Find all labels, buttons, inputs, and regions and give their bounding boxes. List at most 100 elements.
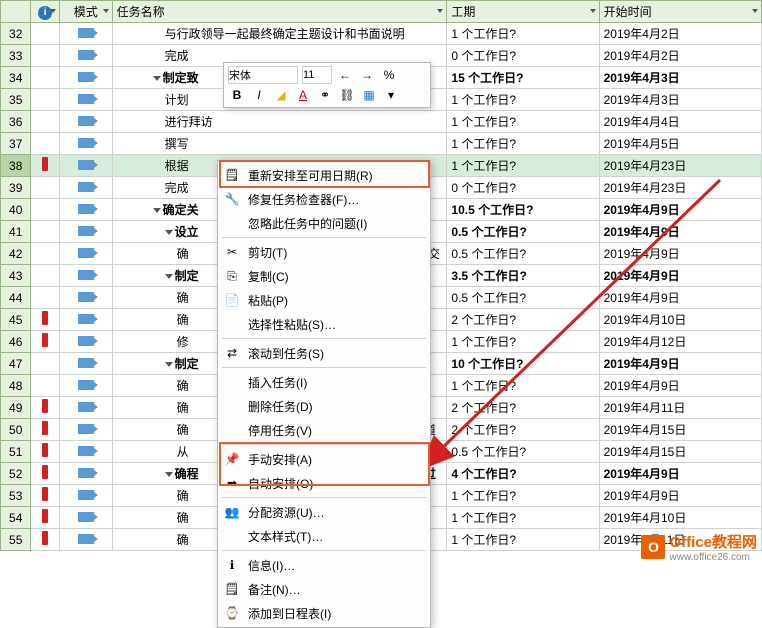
start-cell[interactable]: 2019年4月5日 [599,133,761,155]
outdent-button[interactable]: ← [336,66,354,84]
duration-cell[interactable]: 2 个工作日? [447,309,599,331]
start-cell[interactable]: 2019年4月23日 [599,155,761,177]
duration-cell[interactable]: 1 个工作日? [447,529,599,551]
duration-cell[interactable]: 1 个工作日? [447,23,599,45]
start-cell[interactable]: 2019年4月3日 [599,89,761,111]
dropdown-icon[interactable] [436,7,444,15]
link-tasks-button[interactable]: ⚭ [316,86,334,104]
duration-cell[interactable]: 1 个工作日? [447,133,599,155]
start-cell[interactable]: 2019年4月2日 [599,45,761,67]
row-number[interactable]: 49 [1,397,31,419]
row-number[interactable]: 34 [1,67,31,89]
start-cell[interactable]: 2019年4月9日 [599,265,761,287]
start-cell[interactable]: 2019年4月15日 [599,419,761,441]
menu-item[interactable]: 📄粘贴(P) [218,288,430,312]
menu-item[interactable]: 停用任务(V) [218,418,430,442]
highlight-button[interactable]: ◢ [272,86,290,104]
duration-cell[interactable]: 4 个工作日? [447,463,599,485]
collapse-icon[interactable] [153,76,161,81]
start-cell[interactable]: 2019年4月9日 [599,463,761,485]
dropdown-icon[interactable] [589,7,597,15]
table-row[interactable]: 37 撰写1 个工作日?2019年4月5日 [1,133,762,155]
duration-cell[interactable]: 1 个工作日? [447,507,599,529]
menu-item[interactable]: 删除任务(D) [218,394,430,418]
row-number[interactable]: 37 [1,133,31,155]
collapse-icon[interactable] [165,362,173,367]
menu-item[interactable]: 👥分配资源(U)… [218,500,430,524]
menu-item[interactable]: 🗒重新安排至可用日期(R) [218,163,430,187]
start-cell[interactable]: 2019年4月3日 [599,67,761,89]
menu-item[interactable]: ⎘复制(C) [218,264,430,288]
unlink-tasks-button[interactable]: ⛓ [338,86,356,104]
start-cell[interactable]: 2019年4月10日 [599,309,761,331]
col-indicator[interactable]: i [31,1,59,23]
row-number[interactable]: 38 [1,155,31,177]
more-button[interactable]: ▾ [382,86,400,104]
row-number[interactable]: 35 [1,89,31,111]
link-progress-button[interactable]: % [380,66,398,84]
row-number[interactable]: 43 [1,265,31,287]
row-number[interactable]: 50 [1,419,31,441]
col-duration[interactable]: 工期 [447,1,599,23]
duration-cell[interactable]: 1 个工作日? [447,89,599,111]
menu-item[interactable]: ℹ信息(I)… [218,553,430,577]
task-name-cell[interactable]: 撰写 [112,133,447,155]
task-name-cell[interactable]: 与行政领导一起最终确定主题设计和书面说明 [112,23,447,45]
menu-item[interactable]: 🗒备注(N)… [218,577,430,601]
font-name-select[interactable] [228,66,298,84]
collapse-icon[interactable] [165,472,173,477]
menu-item[interactable]: ⇄滚动到任务(S) [218,341,430,365]
row-number[interactable]: 36 [1,111,31,133]
start-cell[interactable]: 2019年4月9日 [599,199,761,221]
dropdown-icon[interactable] [102,7,110,15]
start-cell[interactable]: 2019年4月12日 [599,331,761,353]
font-size-select[interactable] [302,66,332,84]
start-cell[interactable]: 2019年4月10日 [599,507,761,529]
row-number[interactable]: 54 [1,507,31,529]
duration-cell[interactable]: 10.5 个工作日? [447,199,599,221]
row-number[interactable]: 41 [1,221,31,243]
font-color-button[interactable]: A [294,86,312,104]
menu-item[interactable]: 文本样式(T)… [218,524,430,548]
menu-item[interactable]: 选择性粘贴(S)… [218,312,430,336]
corner-cell[interactable] [1,1,31,23]
progress-button[interactable]: ▦ [360,86,378,104]
collapse-icon[interactable] [153,208,161,213]
table-row[interactable]: 32与行政领导一起最终确定主题设计和书面说明1 个工作日?2019年4月2日 [1,23,762,45]
start-cell[interactable]: 2019年4月2日 [599,23,761,45]
menu-item[interactable]: 📌手动安排(A) [218,447,430,471]
duration-cell[interactable]: 2 个工作日? [447,397,599,419]
start-cell[interactable]: 2019年4月15日 [599,441,761,463]
duration-cell[interactable]: 1 个工作日? [447,155,599,177]
table-row[interactable]: 36进行拜访1 个工作日?2019年4月4日 [1,111,762,133]
duration-cell[interactable]: 3.5 个工作日? [447,265,599,287]
duration-cell[interactable]: 0.5 个工作日? [447,441,599,463]
duration-cell[interactable]: 1 个工作日? [447,331,599,353]
duration-cell[interactable]: 2 个工作日? [447,419,599,441]
start-cell[interactable]: 2019年4月9日 [599,221,761,243]
menu-item[interactable]: ➡自动安排(O) [218,471,430,495]
row-number[interactable]: 53 [1,485,31,507]
duration-cell[interactable]: 1 个工作日? [447,375,599,397]
start-cell[interactable]: 2019年4月9日 [599,485,761,507]
col-mode[interactable]: 模式 [59,1,112,23]
duration-cell[interactable]: 0 个工作日? [447,45,599,67]
start-cell[interactable]: 2019年4月11日 [599,397,761,419]
start-cell[interactable]: 2019年4月4日 [599,111,761,133]
row-number[interactable]: 33 [1,45,31,67]
start-cell[interactable]: 2019年4月9日 [599,353,761,375]
collapse-icon[interactable] [165,230,173,235]
duration-cell[interactable]: 15 个工作日? [447,67,599,89]
row-number[interactable]: 51 [1,441,31,463]
row-number[interactable]: 46 [1,331,31,353]
dropdown-icon[interactable] [751,7,759,15]
row-number[interactable]: 48 [1,375,31,397]
row-number[interactable]: 40 [1,199,31,221]
duration-cell[interactable]: 1 个工作日? [447,485,599,507]
menu-item[interactable]: ⌚添加到日程表(I) [218,601,430,625]
row-number[interactable]: 52 [1,463,31,485]
menu-item[interactable]: 插入任务(I) [218,370,430,394]
menu-item[interactable]: ✂剪切(T) [218,240,430,264]
duration-cell[interactable]: 0 个工作日? [447,177,599,199]
duration-cell[interactable]: 0.5 个工作日? [447,221,599,243]
